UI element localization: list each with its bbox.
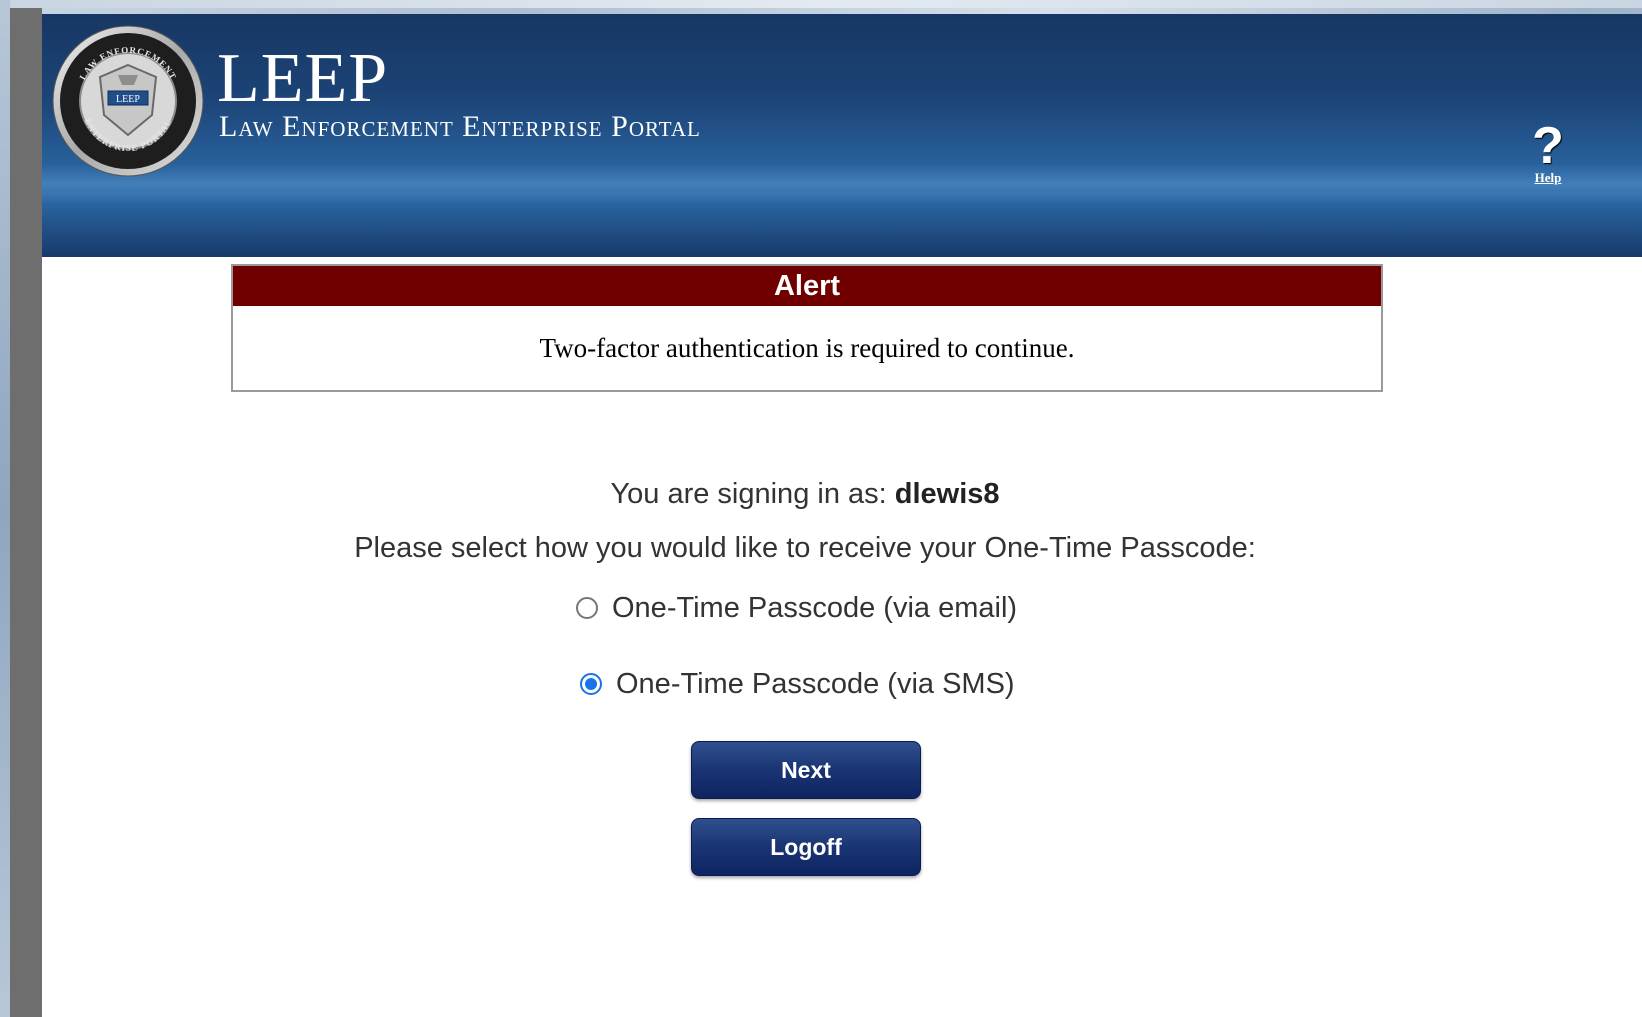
- help-icon: ?: [1532, 117, 1564, 175]
- window-left-border: [10, 8, 42, 1017]
- username: dlewis8: [894, 478, 1000, 510]
- radio-sms[interactable]: [580, 673, 602, 695]
- alert-message: Two-factor authentication is required to…: [539, 333, 1075, 363]
- alert-title: Alert: [233, 266, 1381, 306]
- background-strip: [0, 0, 10, 1017]
- alert-box: Alert Two-factor authentication is requi…: [231, 264, 1383, 392]
- site-header: LAW ENFORCEMENT ENTERPRISE PORTAL LEEP L…: [42, 14, 1642, 257]
- help-label: Help: [1534, 170, 1562, 185]
- signing-in-as: You are signing in as: dlewis8: [42, 478, 1568, 511]
- window-top-edge: [10, 0, 1642, 8]
- option-sms[interactable]: One-Time Passcode (via SMS): [580, 666, 1015, 702]
- seal-badge-text: LEEP: [116, 94, 140, 105]
- next-button[interactable]: Next: [691, 741, 921, 799]
- leep-seal-logo: LAW ENFORCEMENT ENTERPRISE PORTAL LEEP: [52, 25, 204, 177]
- passcode-prompt: Please select how you would like to rece…: [354, 532, 1256, 564]
- logoff-button[interactable]: Logoff: [691, 818, 921, 876]
- signing-in-prefix: You are signing in as:: [610, 478, 895, 510]
- option-sms-label: One-Time Passcode (via SMS): [616, 667, 1015, 700]
- site-subtitle: Law Enforcement Enterprise Portal: [219, 110, 701, 143]
- header-shine: [42, 164, 1642, 204]
- page: LAW ENFORCEMENT ENTERPRISE PORTAL LEEP L…: [42, 14, 1642, 1017]
- help-link[interactable]: ? Help: [1530, 120, 1566, 190]
- site-title: LEEP: [217, 40, 389, 117]
- radio-email[interactable]: [576, 597, 598, 619]
- option-email-label: One-Time Passcode (via email): [612, 591, 1018, 624]
- option-email[interactable]: One-Time Passcode (via email): [576, 590, 1017, 626]
